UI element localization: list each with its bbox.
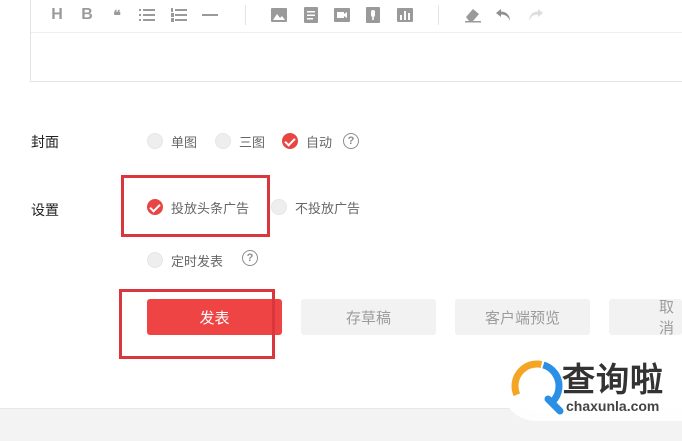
watermark-url: chaxunla.com bbox=[566, 398, 660, 414]
help-icon[interactable]: ? bbox=[242, 250, 258, 266]
redo-icon[interactable] bbox=[525, 5, 545, 25]
radio-button[interactable] bbox=[215, 133, 231, 149]
radio-button[interactable] bbox=[271, 199, 287, 215]
image-icon[interactable] bbox=[269, 5, 289, 25]
bullet-list-icon[interactable] bbox=[137, 5, 157, 25]
cover-label: 封面 bbox=[31, 135, 59, 151]
toolbar-separator bbox=[245, 5, 246, 25]
cover-option-single[interactable]: 单图 bbox=[147, 131, 197, 151]
option-label: 三图 bbox=[239, 135, 266, 151]
option-label: 定时发表 bbox=[171, 254, 224, 270]
editor: H B ❝ bbox=[30, 0, 682, 82]
video-icon[interactable] bbox=[332, 5, 352, 25]
cover-option-three[interactable]: 三图 bbox=[215, 131, 265, 151]
help-icon[interactable]: ? bbox=[343, 133, 359, 149]
chart-icon[interactable] bbox=[395, 5, 415, 25]
quote-icon[interactable]: ❝ bbox=[107, 5, 127, 25]
radio-button-checked[interactable] bbox=[282, 133, 298, 149]
toolbar-separator bbox=[438, 5, 439, 25]
undo-icon[interactable] bbox=[494, 5, 514, 25]
watermark-title: 查询啦 bbox=[562, 360, 664, 399]
heading-icon[interactable]: H bbox=[47, 5, 67, 25]
highlight-box-ads bbox=[121, 175, 270, 237]
radio-button[interactable] bbox=[147, 133, 163, 149]
highlight-box-publish bbox=[119, 289, 275, 359]
bold-icon[interactable]: B bbox=[77, 5, 97, 25]
editor-toolbar: H B ❝ bbox=[31, 0, 682, 33]
option-label: 不投放广告 bbox=[295, 201, 361, 217]
eraser-icon[interactable] bbox=[463, 5, 483, 25]
audio-icon[interactable] bbox=[363, 5, 383, 25]
ad-option-disable[interactable]: 不投放广告 bbox=[271, 197, 360, 217]
settings-label: 设置 bbox=[31, 203, 59, 219]
schedule-option[interactable]: 定时发表 bbox=[147, 250, 223, 270]
divider-line-icon[interactable] bbox=[200, 5, 220, 25]
option-label: 自动 bbox=[306, 135, 333, 151]
cover-option-auto[interactable]: 自动 bbox=[282, 131, 332, 151]
watermark: 查询啦 chaxunla.com bbox=[502, 351, 682, 421]
watermark-logo-icon bbox=[511, 360, 564, 415]
numbered-list-icon[interactable] bbox=[169, 5, 189, 25]
save-draft-button[interactable]: 存草稿 bbox=[301, 299, 436, 335]
client-preview-button[interactable]: 客户端预览 bbox=[455, 299, 590, 335]
checkbox[interactable] bbox=[147, 252, 163, 268]
document-icon[interactable] bbox=[301, 5, 321, 25]
option-label: 单图 bbox=[171, 135, 198, 151]
cancel-button[interactable]: 取 消 bbox=[609, 298, 682, 337]
